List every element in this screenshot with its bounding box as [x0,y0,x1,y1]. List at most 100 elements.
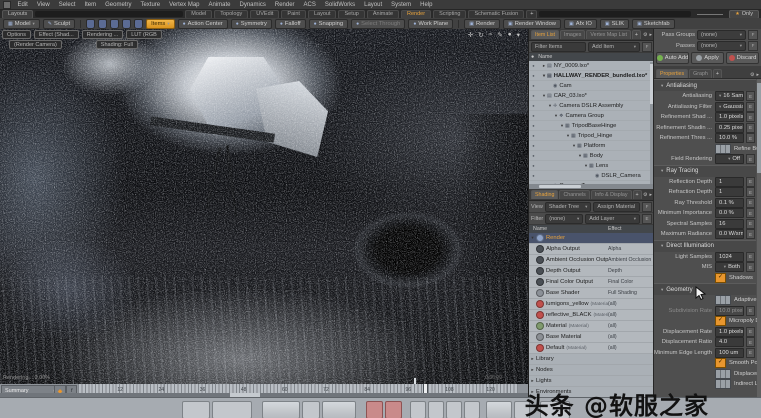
shader-row-base-shader[interactable]: Base ShaderFull Shading [529,288,654,299]
envelope-button[interactable]: E [746,112,755,122]
property-field[interactable]: 0.0 % [715,208,744,218]
menu-item-help[interactable]: Help [416,2,437,8]
envelope-button[interactable]: E [746,187,755,197]
property-field[interactable]: 4.0 [715,337,744,347]
property-field[interactable]: ▾Off [715,154,744,164]
shader-row-material[interactable]: Material(Material)(all) [529,321,654,332]
gear-icon[interactable]: ⚙ [643,192,647,198]
render-window-button[interactable]: ▣Render Window [503,19,561,29]
viewport-option-rendering-[interactable]: Rendering ... [82,30,124,39]
dot-icon[interactable]: ● [508,31,512,39]
visibility-dot-icon[interactable]: ● [529,103,538,108]
property-field[interactable]: 10.0 % [715,133,744,143]
envelope-button[interactable]: E [746,91,755,101]
property-field[interactable]: ▾16 Samples/Pixel [715,91,744,101]
visibility-dot-icon[interactable]: ● [529,143,538,148]
symmetry-button[interactable]: ●Symmetry [231,19,272,29]
items-mode-icon[interactable] [134,19,143,29]
timeline-playhead[interactable] [423,384,428,393]
property-field[interactable]: 0.25 pixels [715,123,744,133]
shader-row-library[interactable]: ▸Library [529,354,654,365]
tab-images[interactable]: Images [560,30,585,39]
menu-item-item[interactable]: Item [80,2,101,8]
visibility-dot-icon[interactable]: ● [529,163,538,168]
envelope-button[interactable]: E [746,306,755,316]
visibility-dot-icon[interactable]: ● [529,113,538,118]
viewport-option-effect-shad-[interactable]: Effect (Shad... [34,30,79,39]
menu-item-acs[interactable]: ACS [299,2,320,8]
slik-button[interactable]: ▣SLIK [600,19,629,29]
transport-button[interactable] [302,401,320,418]
expand-icon[interactable]: ▸ [756,72,759,78]
snapping-button[interactable]: ●Snapping [309,19,349,29]
add-layer-dropdown[interactable]: Add Layer ▾ [585,214,640,224]
passes-dropdown[interactable]: (none) ▾ [697,41,746,51]
envelope-button[interactable]: E [746,177,755,187]
visibility-dot-icon[interactable]: ● [529,133,538,138]
expand-icon[interactable]: ▸ [529,367,536,373]
shader-row-final-color-output[interactable]: Final Color OutputFinal Color [529,277,654,288]
transport-button[interactable] [486,401,512,418]
property-field[interactable]: 1 [715,187,744,197]
envelope-button[interactable]: E [746,252,755,262]
envelope-button[interactable]: E [746,198,755,208]
dropdown-icon[interactable]: ▾ [517,31,520,39]
filter-items-input[interactable]: Filter Items [531,42,586,52]
property-field[interactable]: 100 um [715,348,744,358]
shader-row-render[interactable]: ▾Render [529,233,654,244]
view-dropdown[interactable]: Shader Tree ▾ [545,202,592,212]
record-button[interactable] [366,401,383,418]
viewport-3d[interactable]: OptionsEffect (Shad...Rendering ...LUT (… [0,29,528,384]
tree-item-car-03-lxo-[interactable]: ●▾▤CAR_03.lxo* [529,91,654,101]
visibility-dot-icon[interactable]: ● [529,63,538,68]
menu-item-edit[interactable]: Edit [13,2,32,8]
mode-dropdown[interactable]: ▦Model▾ [3,19,40,29]
menu-item-select[interactable]: Select [54,2,80,8]
apply-button[interactable]: Apply [691,52,724,64]
brush-icon[interactable]: ✎ [497,31,502,39]
envelope-button[interactable]: E [746,219,755,229]
menu-item-system[interactable]: System [387,2,416,8]
property-field[interactable]: 1024 [715,252,744,262]
menu-item-animate[interactable]: Animate [204,2,235,8]
sketchfab-button[interactable]: ▣Sketchfab [632,19,675,29]
envelope-button[interactable]: E [746,123,755,133]
tab-channels[interactable]: Channels [559,190,589,199]
tab-add-tab[interactable]: + [632,30,641,39]
tab-info-display[interactable]: Info & Display [591,190,632,199]
tree-item-platform[interactable]: ●▾▦Platform [529,141,654,151]
expand-icon[interactable]: ▸ [529,356,536,362]
menu-item-texture[interactable]: Texture [136,2,165,8]
item-list-options-button[interactable]: F [642,42,652,52]
menu-item-render[interactable]: Render [270,2,299,8]
envelope-button[interactable]: E [746,154,755,164]
tree-item-hallway-render-bundled-lxo-[interactable]: ●▾▤HALLWAY_RENDER_bundled.lxo* [529,71,654,81]
gear-icon[interactable]: ⚙ [750,72,754,78]
orbit-icon[interactable]: ↻ [478,31,483,39]
visibility-dot-icon[interactable]: ● [529,93,538,98]
layer-envelope-button[interactable]: E [642,214,652,224]
shader-row-ambient-occlusion-output[interactable]: Ambient Occlusion OutputAmbient Occlusio… [529,255,654,266]
menu-item-view[interactable]: View [32,2,54,8]
pass-group-new-button[interactable]: F [748,30,758,40]
property-field[interactable]: ▾Both [715,262,744,272]
falloff-button[interactable]: ●Falloff [275,19,306,29]
viewport-option--render-camera-[interactable]: (Render Camera) [9,40,62,49]
menu-item-vertex-map[interactable]: Vertex Map [165,2,204,8]
tab-shading[interactable]: Shading [531,190,558,199]
timeline-ruler[interactable]: 1224364860728496108120 [78,384,518,393]
property-field[interactable]: 1 [715,177,744,187]
envelope-button[interactable]: E [746,133,755,143]
tab-graph[interactable]: Graph [689,69,712,78]
menu-item-dynamics[interactable]: Dynamics [235,2,270,8]
checkbox-unchecked[interactable] [715,369,731,379]
property-field[interactable]: ▾Gaussian [715,102,744,112]
edges-icon[interactable] [110,19,119,29]
property-field[interactable]: 0.1 % [715,198,744,208]
tree-item-camera-dslr-assembly[interactable]: ●▾✛Camera DSLR Assembly [529,101,654,111]
property-field[interactable]: 0.0 W/srm2 [715,229,744,239]
viewport-option-options[interactable]: Options [2,30,31,39]
transport-button[interactable] [446,401,462,418]
items-mode-button[interactable]: Items▾ [146,19,174,29]
envelope-button[interactable]: E [746,327,755,337]
